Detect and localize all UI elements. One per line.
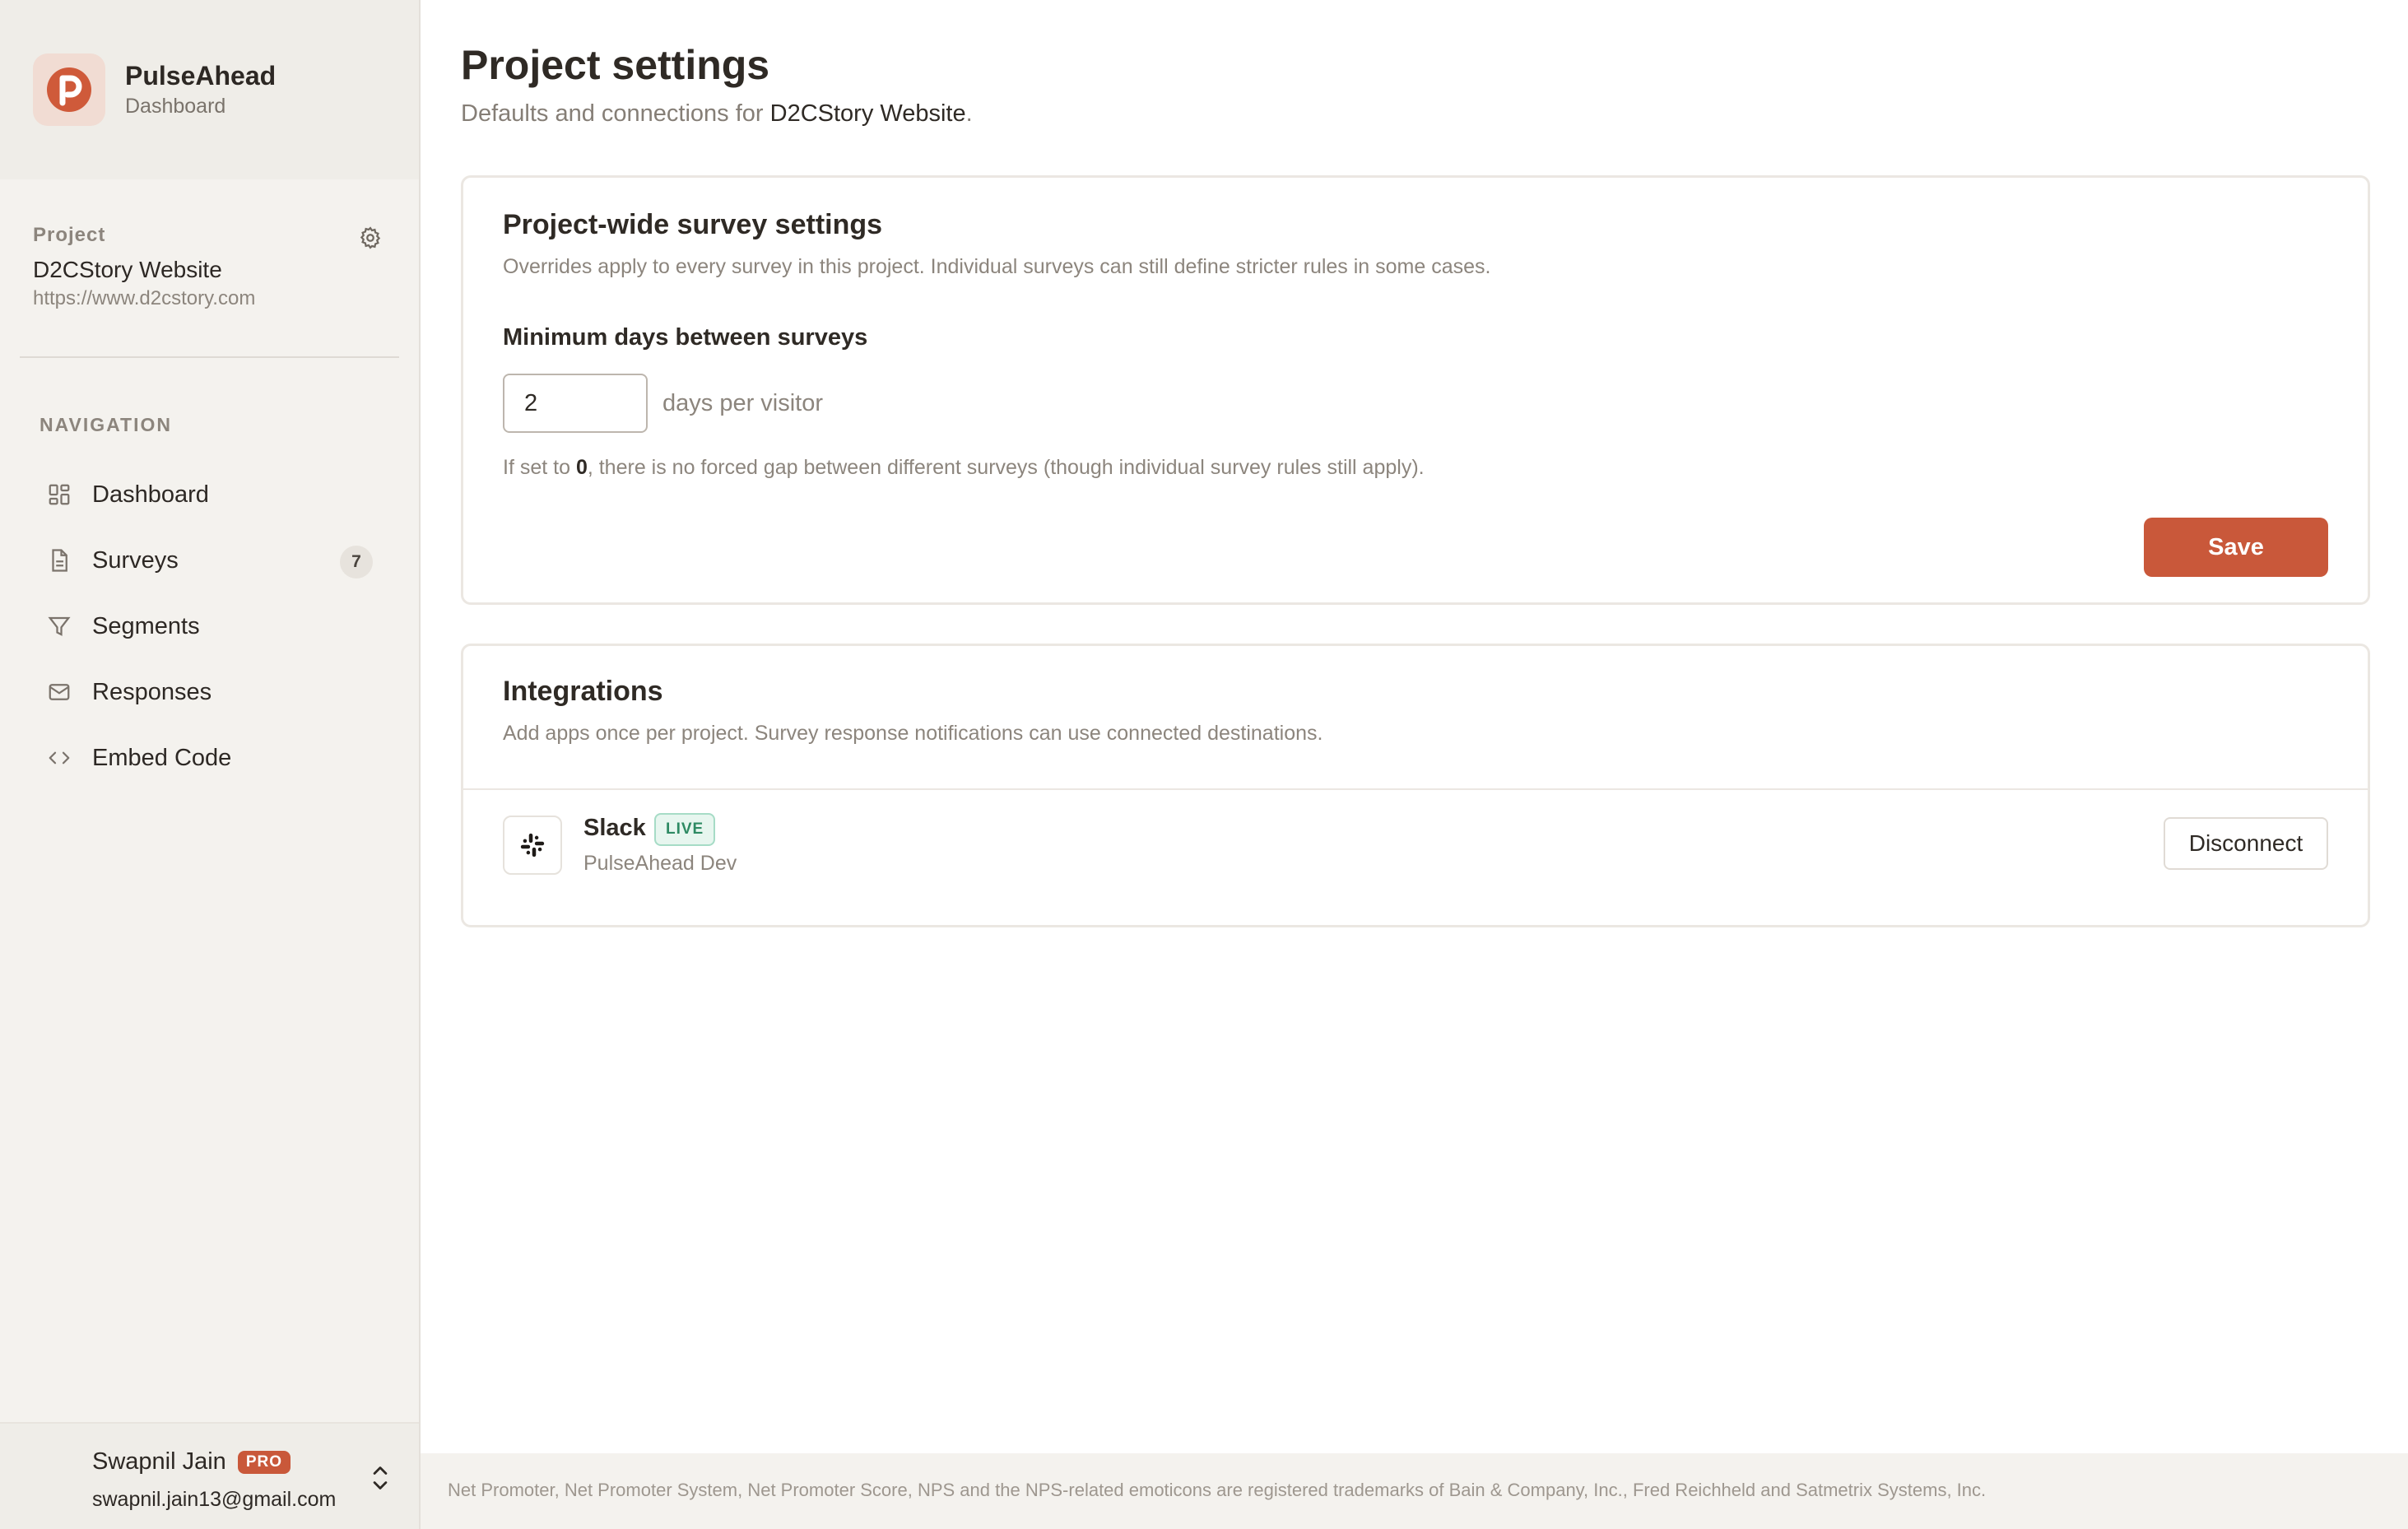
integration-status-badge: LIVE bbox=[654, 813, 716, 846]
survey-settings-description: Overrides apply to every survey in this … bbox=[503, 255, 1491, 278]
sidebar-divider bbox=[20, 356, 399, 358]
plan-badge: PRO bbox=[237, 1450, 291, 1474]
filter-icon bbox=[46, 613, 72, 639]
sidebar-item-embed-code[interactable]: Embed Code bbox=[0, 725, 419, 791]
survey-settings-card: Project-wide survey settings Overrides a… bbox=[461, 175, 2370, 605]
pulseahead-logo-icon bbox=[33, 53, 105, 126]
sidebar-item-dashboard[interactable]: Dashboard bbox=[0, 462, 419, 527]
page-subtitle-prefix: Defaults and connections for bbox=[461, 100, 770, 127]
integration-workspace: PulseAhead Dev bbox=[583, 852, 737, 875]
project-url: https://www.d2cstory.com bbox=[33, 287, 256, 309]
chevron-up-down-icon[interactable] bbox=[369, 1463, 392, 1493]
sidebar-item-label: Responses bbox=[92, 678, 212, 705]
project-panel: Project D2CStory Website https://www.d2c… bbox=[0, 179, 419, 356]
sidebar-item-label: Segments bbox=[92, 612, 200, 639]
brand-header[interactable]: PulseAhead Dashboard bbox=[0, 0, 419, 179]
min-days-input[interactable] bbox=[503, 374, 648, 433]
footer: Net Promoter, Net Promoter System, Net P… bbox=[421, 1453, 2408, 1529]
sidebar-item-responses[interactable]: Responses bbox=[0, 659, 419, 725]
sidebar: PulseAhead Dashboard Project D2CStory We… bbox=[0, 0, 421, 1529]
integrations-card: Integrations Add apps once per project. … bbox=[461, 644, 2370, 927]
grid-icon bbox=[46, 481, 72, 508]
survey-settings-title: Project-wide survey settings bbox=[503, 209, 883, 240]
code-icon bbox=[46, 745, 72, 771]
page-title: Project settings bbox=[461, 42, 770, 88]
integrations-divider bbox=[463, 788, 2368, 790]
project-name: D2CStory Website bbox=[33, 257, 222, 282]
project-settings-gear-icon[interactable] bbox=[358, 225, 383, 250]
sidebar-nav: Dashboard Surveys 7 Segments Responses E… bbox=[0, 462, 419, 791]
user-name: Swapnil Jain bbox=[92, 1448, 226, 1475]
min-days-hint: If set to 0, there is no forced gap betw… bbox=[503, 456, 1425, 480]
integration-name: Slack bbox=[583, 815, 646, 841]
user-email: swapnil.jain13@gmail.com bbox=[92, 1488, 337, 1511]
page-subtitle-project: D2CStory Website bbox=[769, 100, 966, 127]
sidebar-item-label: Surveys bbox=[92, 546, 179, 574]
mail-icon bbox=[46, 679, 72, 705]
integrations-title: Integrations bbox=[503, 676, 663, 707]
nav-heading: NAVIGATION bbox=[40, 414, 172, 435]
sidebar-item-segments[interactable]: Segments bbox=[0, 593, 419, 659]
hint-value: 0 bbox=[575, 456, 588, 479]
trademark-notice: Net Promoter, Net Promoter System, Net P… bbox=[448, 1480, 1987, 1500]
min-days-label: Minimum days between surveys bbox=[503, 324, 868, 351]
page-subtitle: Defaults and connections for D2CStory We… bbox=[461, 100, 973, 128]
save-button[interactable]: Save bbox=[2144, 518, 2328, 577]
min-days-unit: days per visitor bbox=[662, 390, 824, 416]
slack-icon bbox=[503, 816, 562, 875]
hint-prefix: If set to bbox=[503, 456, 576, 479]
document-icon bbox=[46, 547, 72, 574]
surveys-count-badge: 7 bbox=[340, 546, 373, 579]
user-menu[interactable]: Swapnil Jain PRO swapnil.jain13@gmail.co… bbox=[0, 1422, 419, 1529]
disconnect-button[interactable]: Disconnect bbox=[2164, 817, 2328, 870]
brand-name: PulseAhead bbox=[125, 61, 277, 91]
sidebar-item-surveys[interactable]: Surveys 7 bbox=[0, 527, 419, 593]
integrations-description: Add apps once per project. Survey respon… bbox=[503, 722, 1323, 745]
project-label: Project bbox=[33, 224, 106, 246]
page-subtitle-suffix: . bbox=[965, 100, 973, 127]
hint-suffix: , there is no forced gap between differe… bbox=[587, 456, 1425, 479]
sidebar-item-label: Embed Code bbox=[92, 744, 232, 771]
brand-subtitle: Dashboard bbox=[125, 95, 226, 118]
sidebar-item-label: Dashboard bbox=[92, 481, 209, 508]
